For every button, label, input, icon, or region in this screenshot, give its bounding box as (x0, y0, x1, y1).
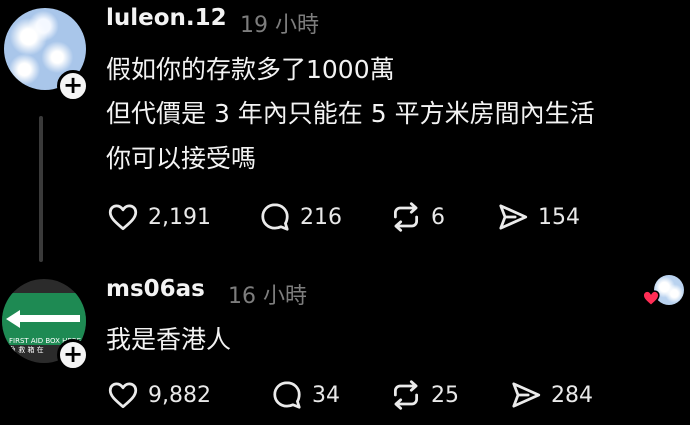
reply-comment-count: 34 (312, 382, 340, 408)
reply-like-count: 9,882 (148, 382, 211, 408)
comment-bubble-icon (261, 203, 289, 231)
follow-plus-icon[interactable]: + (57, 70, 89, 102)
thread-line (39, 116, 43, 262)
post-comment-button[interactable]: 216 (258, 200, 342, 234)
send-icon (512, 382, 541, 408)
reply-like-button[interactable]: 9,882 (106, 378, 211, 412)
post-repost-count: 6 (431, 204, 445, 230)
reply-share-count: 284 (551, 382, 593, 408)
repost-icon (393, 380, 419, 410)
author-liked-heart-icon (642, 290, 660, 307)
post-time: 19 小時 (240, 13, 319, 38)
reply-repost-count: 25 (431, 382, 459, 408)
reply-repost-button[interactable]: 25 (389, 378, 459, 412)
post-line-3: 你可以接受嗎 (106, 144, 257, 173)
reply-comment-button[interactable]: 34 (270, 378, 340, 412)
repost-icon (393, 202, 419, 232)
heart-icon (108, 382, 138, 409)
reply-username[interactable]: ms06as (106, 276, 205, 302)
post-line-1: 假如你的存款多了1000萬 (106, 55, 395, 84)
first-aid-sign-image: FIRST AID BOX HERE 急 救 箱 在 (2, 293, 86, 354)
post-line-2: 但代價是 3 年內只能在 5 平方米房間內生活 (106, 99, 595, 128)
sign-arrow-bar (16, 315, 80, 322)
reply-text: 我是香港人 (106, 325, 232, 354)
sign-arrow-head (6, 310, 20, 328)
comment-bubble-icon (273, 381, 301, 409)
reply-time: 16 小時 (228, 284, 307, 309)
reply-share-button[interactable]: 284 (509, 378, 593, 412)
post-repost-button[interactable]: 6 (389, 200, 445, 234)
post-like-button[interactable]: 2,191 (106, 200, 211, 234)
heart-icon (108, 204, 138, 231)
follow-plus-icon[interactable]: + (57, 339, 89, 371)
post-username[interactable]: luleon.12 (106, 5, 227, 31)
post-share-button[interactable]: 154 (496, 200, 580, 234)
post-like-count: 2,191 (148, 204, 211, 230)
post-comment-count: 216 (300, 204, 342, 230)
post-share-count: 154 (538, 204, 580, 230)
send-icon (499, 204, 528, 230)
